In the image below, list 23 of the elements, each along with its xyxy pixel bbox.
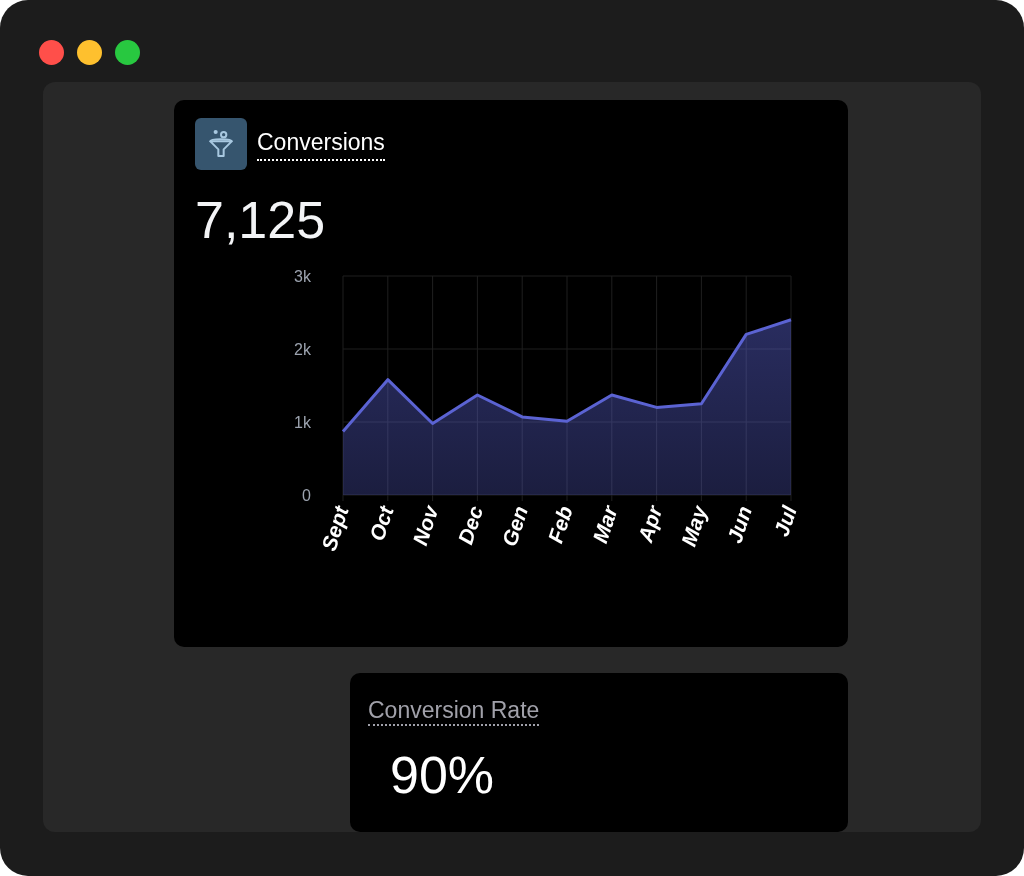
card-title: Conversion Rate xyxy=(368,697,540,726)
x-tick-label: Jun xyxy=(722,503,756,546)
x-tick-label: Nov xyxy=(408,503,443,548)
x-tick-label: Oct xyxy=(364,503,398,544)
x-tick-label: May xyxy=(676,503,712,550)
y-tick-label: 2k xyxy=(294,341,311,358)
metric-value: 90% xyxy=(390,745,496,805)
maximize-button[interactable] xyxy=(115,40,140,65)
x-tick-label: Apr xyxy=(633,503,667,545)
x-tick-label: Feb xyxy=(543,503,577,546)
minimize-button[interactable] xyxy=(77,40,102,65)
x-tick-label: Mar xyxy=(588,503,622,546)
y-tick-label: 0 xyxy=(302,487,311,504)
close-button[interactable] xyxy=(39,40,64,65)
x-tick-label: Dec xyxy=(453,503,488,547)
y-tick-label: 1k xyxy=(294,414,311,431)
x-tick-label: Sept xyxy=(316,503,353,554)
metric-value: 7,125 xyxy=(195,190,327,251)
x-tick-label: Gen xyxy=(497,503,532,550)
y-tick-label: 3k xyxy=(294,268,311,285)
x-tick-label: Jul xyxy=(769,503,801,540)
card-title: Conversions xyxy=(257,127,385,161)
funnel-icon xyxy=(195,118,247,170)
